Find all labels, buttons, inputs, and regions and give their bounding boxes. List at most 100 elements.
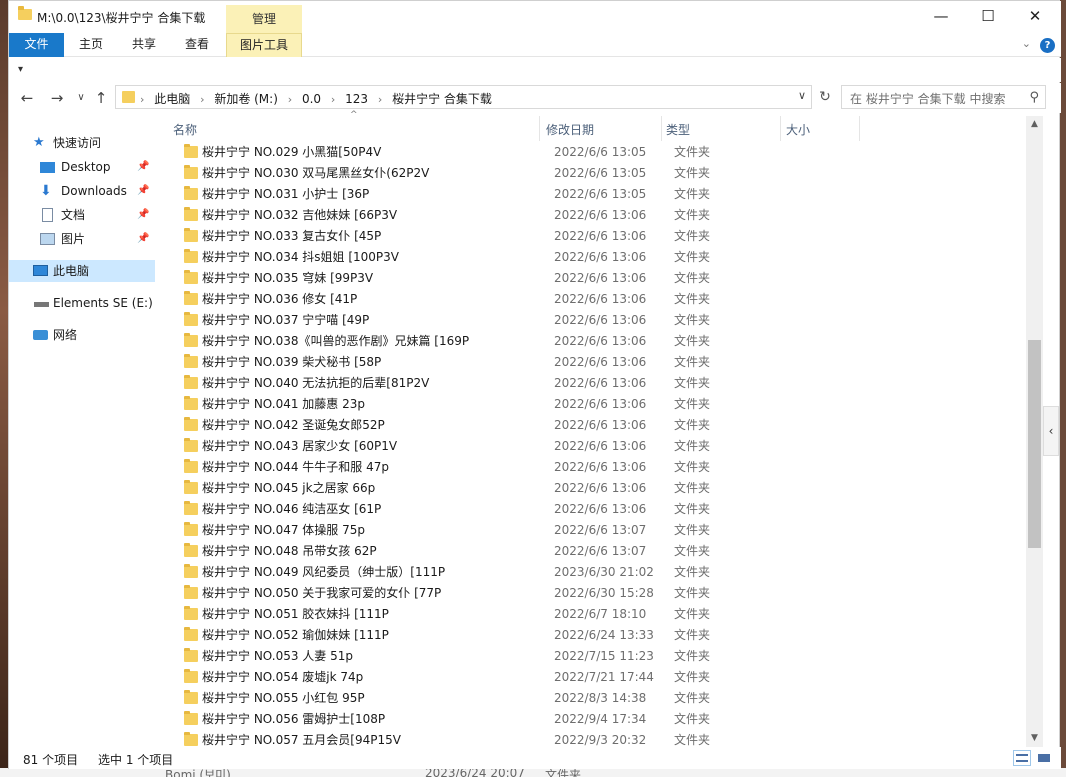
list-item[interactable]: 桜井宁宁 NO.049 风纪委员（绅士版）[111P 2023/6/30 21:0… (164, 562, 1026, 583)
list-item[interactable]: 桜井宁宁 NO.042 圣诞兔女郎52P 2022/6/6 13:06 文件夹 (164, 415, 1026, 436)
column-type[interactable]: 类型 (666, 121, 690, 138)
list-item[interactable]: 桜井宁宁 NO.056 雷姆护士[108P 2022/9/4 17:34 文件夹 (164, 709, 1026, 730)
list-item[interactable]: 桜井宁宁 NO.044 牛牛子和服 47p 2022/6/6 13:06 文件夹 (164, 457, 1026, 478)
search-input[interactable]: 在 桜井宁宁 合集下载 中搜索 ⚲ (841, 85, 1046, 109)
folder-icon (184, 396, 198, 410)
list-item[interactable]: 桜井宁宁 NO.040 无法抗拒的后辈[81P2V 2022/6/6 13:06 文… (164, 373, 1026, 394)
chevron-down-icon[interactable]: ∨ (798, 89, 806, 102)
column-name[interactable]: 名称 (173, 121, 197, 138)
picture-icon (40, 233, 55, 245)
file-type: 文件夹 (674, 544, 711, 558)
list-item[interactable]: 桜井宁宁 NO.029 小黑猫[50P4V 2022/6/6 13:05 文件夹 (164, 142, 1026, 163)
tab-picture-tools[interactable]: 图片工具 (226, 33, 302, 57)
file-date: 2022/6/6 13:06 (554, 481, 647, 495)
search-icon[interactable]: ⚲ (1029, 90, 1039, 105)
ribbon-expand-icon[interactable]: ⌄ (1022, 37, 1031, 50)
scrollbar-thumb[interactable] (1028, 340, 1041, 548)
list-item[interactable]: 桜井宁宁 NO.033 复古女仆 [45P 2022/6/6 13:06 文件夹 (164, 226, 1026, 247)
help-icon[interactable]: ? (1040, 38, 1055, 53)
nav-item-documents[interactable]: 文档 📌 (9, 204, 155, 226)
tab-file[interactable]: 文件 (9, 33, 64, 57)
file-name: 桜井宁宁 NO.042 圣诞兔女郎52P (202, 418, 385, 432)
file-type: 文件夹 (674, 502, 711, 516)
list-item[interactable]: 桜井宁宁 NO.041 加藤惠 23p 2022/6/6 13:06 文件夹 (164, 394, 1026, 415)
list-item[interactable]: 桜井宁宁 NO.032 吉他妹妹 [66P3V 2022/6/6 13:06 文件夹 (164, 205, 1026, 226)
file-type: 文件夹 (674, 145, 711, 159)
list-item[interactable]: 桜井宁宁 NO.043 居家少女 [60P1V 2022/6/6 13:06 文件夹 (164, 436, 1026, 457)
scroll-down-icon[interactable]: ▼ (1026, 730, 1043, 747)
nav-item-this-pc[interactable]: 此电脑 (9, 260, 155, 282)
list-item[interactable]: 桜井宁宁 NO.035 穹妹 [99P3V 2022/6/6 13:06 文件夹 (164, 268, 1026, 289)
close-button[interactable]: ✕ (1012, 1, 1058, 31)
pin-icon[interactable]: 📌 (137, 204, 149, 226)
file-date: 2022/9/4 17:34 (554, 712, 647, 726)
customize-toolbar-icon[interactable]: ▾ (18, 64, 23, 75)
nav-item-quick-access[interactable]: ★ 快速访问 (9, 132, 155, 154)
up-icon[interactable]: ↑ (91, 88, 111, 108)
status-bar: 81 个项目 选中 1 个项目 (9, 747, 1061, 769)
tab-home[interactable]: 主页 (69, 33, 113, 57)
file-type: 文件夹 (674, 271, 711, 285)
maximize-button[interactable]: ☐ (965, 1, 1011, 31)
nav-item-desktop[interactable]: Desktop 📌 (9, 156, 155, 178)
tab-share[interactable]: 共享 (122, 33, 166, 57)
title-bar[interactable]: M:\0.0\123\桜井宁宁 合集下载 管理 — ☐ ✕ (9, 1, 1061, 33)
file-name: 桜井宁宁 NO.036 修女 [41P (202, 292, 358, 306)
column-size[interactable]: 大小 (786, 121, 810, 138)
breadcrumb-item[interactable]: 此电脑 (154, 92, 190, 106)
list-item[interactable]: 桜井宁宁 NO.046 纯洁巫女 [61P 2022/6/6 13:06 文件夹 (164, 499, 1026, 520)
column-modified[interactable]: 修改日期 (546, 121, 594, 138)
list-item[interactable]: 桜井宁宁 NO.057 五月会员[94P15V 2022/9/3 20:32 文件夹 (164, 730, 1026, 747)
list-item[interactable]: 桜井宁宁 NO.039 柴犬秘书 [58P 2022/6/6 13:06 文件夹 (164, 352, 1026, 373)
list-item[interactable]: 桜井宁宁 NO.050 关于我家可爱的女仆 [77P 2022/6/30 15:2… (164, 583, 1026, 604)
preview-pane-toggle[interactable]: ‹ (1043, 406, 1059, 456)
forward-icon[interactable]: → (47, 88, 67, 108)
breadcrumb-item[interactable]: 0.0 (302, 92, 321, 106)
list-item[interactable]: 桜井宁宁 NO.048 吊带女孩 62P 2022/6/6 13:07 文件夹 (164, 541, 1026, 562)
breadcrumb-item[interactable]: 桜井宁宁 合集下载 (392, 92, 492, 106)
tab-view[interactable]: 查看 (175, 33, 219, 57)
nav-item-downloads[interactable]: ⬇ Downloads 📌 (9, 180, 155, 202)
list-item[interactable]: 桜井宁宁 NO.054 废墟jk 74p 2022/7/21 17:44 文件夹 (164, 667, 1026, 688)
back-icon[interactable]: ← (17, 88, 37, 108)
folder-icon (184, 165, 198, 179)
nav-item-elements-drive[interactable]: Elements SE (E:) (9, 292, 155, 314)
list-item[interactable]: 桜井宁宁 NO.045 jk之居家 66p 2022/6/6 13:06 文件夹 (164, 478, 1026, 499)
list-item[interactable]: 桜井宁宁 NO.052 瑜伽妹妹 [111P 2022/6/24 13:33 文件夹 (164, 625, 1026, 646)
vertical-scrollbar[interactable]: ▲ ▼ (1026, 116, 1043, 747)
details-view-icon[interactable] (1013, 750, 1031, 766)
scroll-up-icon[interactable]: ▲ (1026, 116, 1043, 133)
file-name: 桜井宁宁 NO.057 五月会员[94P15V (202, 733, 401, 747)
large-icons-view-icon[interactable] (1035, 750, 1053, 766)
breadcrumb-item[interactable]: 新加卷 (M:) (214, 92, 278, 106)
list-item[interactable]: 桜井宁宁 NO.030 双马尾黑丝女仆(62P2V 2022/6/6 13:05 文… (164, 163, 1026, 184)
recent-locations-icon[interactable]: ∨ (71, 88, 91, 108)
folder-icon (184, 501, 198, 515)
minimize-button[interactable]: — (918, 1, 964, 31)
file-name: 桜井宁宁 NO.046 纯洁巫女 [61P (202, 502, 382, 516)
list-item[interactable]: 桜井宁宁 NO.038《叫兽的恶作剧》兄妹篇 [169P 2022/6/6 13:… (164, 331, 1026, 352)
breadcrumb: › 此电脑 › 新加卷 (M:) › 0.0 › 123 › 桜井宁宁 合集下载 (140, 92, 492, 106)
pin-icon[interactable]: 📌 (137, 228, 149, 250)
file-date: 2022/6/6 13:06 (554, 313, 647, 327)
nav-item-network[interactable]: 网络 (9, 324, 155, 346)
file-date: 2022/6/6 13:07 (554, 544, 647, 558)
list-item[interactable]: 桜井宁宁 NO.036 修女 [41P 2022/6/6 13:06 文件夹 (164, 289, 1026, 310)
list-item[interactable]: 桜井宁宁 NO.037 宁宁喵 [49P 2022/6/6 13:06 文件夹 (164, 310, 1026, 331)
list-item[interactable]: 桜井宁宁 NO.031 小护士 [36P 2022/6/6 13:05 文件夹 (164, 184, 1026, 205)
list-item[interactable]: 桜井宁宁 NO.051 胶衣妹抖 [111P 2022/6/7 18:10 文件夹 (164, 604, 1026, 625)
refresh-icon[interactable]: ↻ (815, 86, 835, 110)
list-item[interactable]: 桜井宁宁 NO.055 小红包 95P 2022/8/3 14:38 文件夹 (164, 688, 1026, 709)
breadcrumb-item[interactable]: 123 (345, 92, 368, 106)
file-type: 文件夹 (674, 691, 711, 705)
pin-icon[interactable]: 📌 (137, 180, 149, 202)
folder-icon (184, 207, 198, 221)
list-item[interactable]: 桜井宁宁 NO.047 体操服 75p 2022/6/6 13:07 文件夹 (164, 520, 1026, 541)
file-date: 2022/7/15 11:23 (554, 649, 654, 663)
nav-item-pictures[interactable]: 图片 📌 (9, 228, 155, 250)
pin-icon[interactable]: 📌 (137, 156, 149, 178)
list-item[interactable]: 桜井宁宁 NO.053 人妻 51p 2022/7/15 11:23 文件夹 (164, 646, 1026, 667)
manage-context-tab[interactable]: 管理 (226, 5, 302, 33)
list-item[interactable]: 桜井宁宁 NO.034 抖s姐姐 [100P3V 2022/6/6 13:06 文件… (164, 247, 1026, 268)
address-bar[interactable]: › 此电脑 › 新加卷 (M:) › 0.0 › 123 › 桜井宁宁 合集下载… (115, 85, 812, 109)
